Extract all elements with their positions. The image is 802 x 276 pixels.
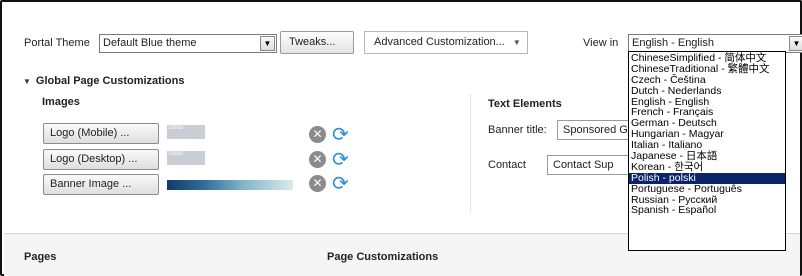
refresh-icon[interactable]: ⟳ [332, 149, 352, 169]
logo-thumb-text: cisco [169, 125, 183, 131]
portal-theme-select[interactable]: Default Blue theme ▼ [99, 34, 277, 53]
images-section-title: Images [42, 96, 80, 108]
language-option[interactable]: Portuguese - Português [629, 183, 785, 195]
close-circle-icon[interactable]: ✕ [309, 151, 326, 168]
portal-theme-value: Default Blue theme [103, 37, 197, 49]
chevron-down-icon[interactable]: ▼ [260, 36, 275, 51]
logo-mobile-button[interactable]: Logo (Mobile) ... [43, 123, 159, 144]
global-page-customizations-title: Global Page Customizations [35, 75, 185, 87]
banner-image-thumbnail [167, 180, 293, 190]
triangle-down-icon[interactable]: ▼ [23, 77, 31, 86]
view-in-label: View in [583, 37, 619, 49]
banner-title-label: Banner title: [488, 124, 547, 136]
page-customizations-title: Page Customizations [327, 251, 439, 263]
view-in-value: English - English [632, 37, 714, 49]
logo-thumb-text: cisco [169, 151, 183, 157]
logo-desktop-thumbnail: cisco [167, 151, 205, 165]
pages-title: Pages [24, 251, 57, 263]
refresh-icon[interactable]: ⟳ [332, 124, 352, 144]
language-dropdown-list[interactable]: ChineseSimplified - 简体中文 ChineseTradition… [628, 51, 786, 251]
refresh-icon[interactable]: ⟳ [332, 173, 352, 193]
chevron-down-icon[interactable]: ▼ [789, 36, 802, 51]
portal-theme-label: Portal Theme [24, 37, 90, 49]
language-option[interactable]: Spanish - Español [629, 205, 785, 216]
logo-desktop-button[interactable]: Logo (Desktop) ... [43, 149, 159, 170]
global-page-customizations-header[interactable]: ▼ Global Page Customizations [23, 75, 184, 87]
tweaks-button[interactable]: Tweaks... [280, 31, 354, 54]
contact-label: Contact [488, 159, 526, 171]
close-circle-icon[interactable]: ✕ [309, 175, 326, 192]
chevron-down-icon: ▼ [512, 38, 521, 47]
advanced-customization-button[interactable]: Advanced Customization... ▼ [364, 31, 528, 54]
text-elements-title: Text Elements [488, 98, 562, 110]
section-divider [470, 94, 471, 212]
portal-customization-panel: Portal Theme Default Blue theme ▼ Tweaks… [0, 0, 802, 276]
banner-image-button[interactable]: Banner Image ... [43, 174, 159, 195]
logo-mobile-thumbnail: cisco [167, 125, 205, 139]
language-option[interactable]: Dutch - Nederlands [629, 85, 785, 97]
advanced-customization-label: Advanced Customization... [374, 36, 505, 48]
close-circle-icon[interactable]: ✕ [309, 126, 326, 143]
